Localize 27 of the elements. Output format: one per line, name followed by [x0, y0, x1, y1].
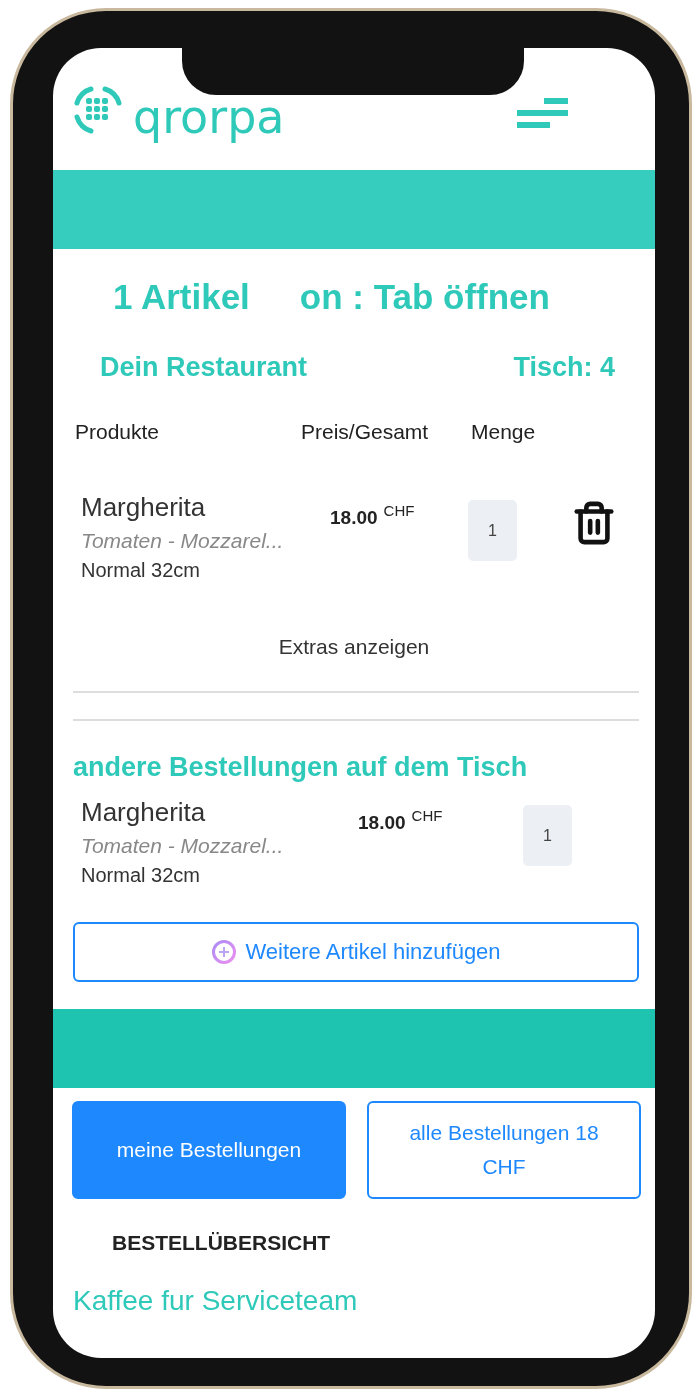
table-number: Tisch: 4	[513, 351, 615, 383]
quantity-field[interactable]: 1	[468, 500, 517, 561]
column-header: Menge	[471, 420, 537, 444]
product-name: Margherita	[81, 492, 207, 523]
product-size: Normal 32cm	[81, 864, 201, 887]
column-header: Produkte	[75, 420, 161, 444]
plus-circle-icon	[211, 939, 238, 965]
quantity-field[interactable]: 1	[523, 805, 572, 866]
article-count: 1 Artikel	[113, 277, 250, 317]
product-name: Margherita	[81, 797, 207, 828]
trash-icon[interactable]	[571, 500, 617, 546]
product-size: Normal 32cm	[81, 559, 201, 582]
column-header: Preis/Gesamt	[301, 420, 430, 444]
restaurant-name: Dein Restaurant	[100, 351, 308, 383]
add-items-button[interactable]: Weitere Artikel hinzufügen	[73, 922, 639, 982]
product-price: 18.00 $^{CHF}$	[358, 807, 444, 834]
extras-link[interactable]: Extras anzeigen	[278, 635, 430, 659]
tab-action[interactable]: on : Tab öffnen	[299, 277, 550, 317]
product-description: Tomaten - Mozzarel...	[81, 529, 285, 553]
overview-title: BESTELLÜBERSICHT	[111, 1230, 332, 1255]
orders-tab[interactable]: alle Bestellungen 18 CHF	[367, 1101, 641, 1199]
orders-tab[interactable]: meine Bestellungen	[72, 1101, 346, 1199]
logo-icon	[73, 85, 123, 135]
product-description: Tomaten - Mozzarel...	[81, 834, 285, 858]
section-title: andere Bestellungen auf dem Tisch	[72, 751, 529, 784]
section-heading: Kaffee fur Serviceteam	[72, 1284, 359, 1317]
product-price: 18.00 $^{CHF}$	[330, 502, 416, 529]
